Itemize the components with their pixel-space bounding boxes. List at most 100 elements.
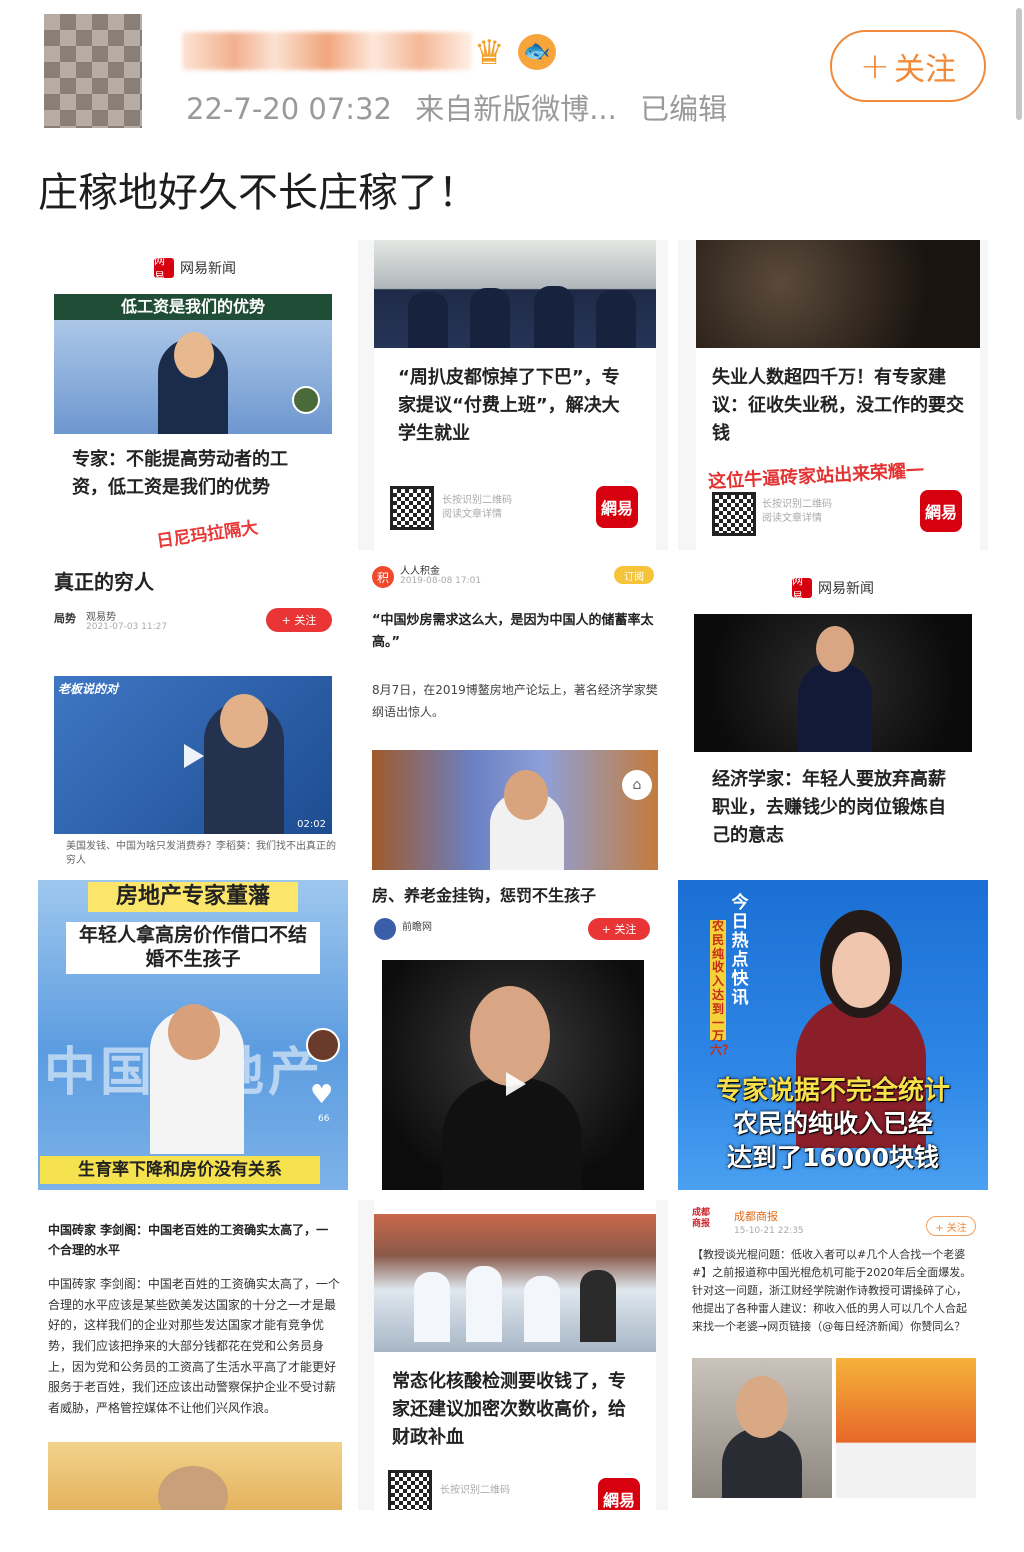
grid-image-6[interactable]: 网易 网易新闻 经济学家：年轻人要放弃高薪职业，去赚钱少的岗位锻炼自己的意志 [678, 560, 988, 870]
post-meta: 22-7-20 07:32 来自新版微博... 已编辑 [186, 86, 741, 128]
home-icon[interactable]: ⌂ [622, 770, 652, 800]
publisher-logo-icon: 成都 商报 [692, 1208, 711, 1229]
post-timestamp: 22-7-20 07:32 [186, 92, 392, 126]
article-body: 中国砖家 李剑阁：中国老百姓的工资确实太高了，一个合理的水平应该是某些欧美发达国… [48, 1277, 340, 1415]
person-face [470, 986, 550, 1086]
article-title: 真正的穷人 [54, 570, 154, 594]
graduate-silhouette [470, 288, 510, 348]
grid-image-12[interactable]: 成都 商报 成都商报 15-10-21 22:35 + 关注 【教授谈光棍问题：低… [678, 1200, 988, 1510]
qr-code-icon [388, 1470, 432, 1510]
netease-badge-icon: 網易 [598, 1478, 640, 1510]
post-edited: 已编辑 [640, 92, 728, 126]
person-silhouette [722, 1428, 802, 1498]
person-face [220, 694, 268, 748]
netease-badge-icon: 網易 [596, 486, 638, 528]
follow-button[interactable]: + 关注 [926, 1216, 976, 1236]
plus-icon: + [859, 45, 891, 87]
play-icon[interactable] [184, 744, 204, 768]
headline: 常态化核酸检测要收钱了，专家还建议加密次数收高价，给财政补血 [392, 1371, 626, 1448]
overlay-title: 房地产专家董藩 [88, 882, 298, 912]
grid-image-5[interactable]: 积 人人积金 2019-08-08 17:01 订阅 “中国炒房需求这么大，是因… [358, 560, 668, 870]
person-silhouette [524, 1276, 560, 1342]
publisher-logo-icon: 局势 [54, 612, 76, 625]
video-thumbnail[interactable] [382, 960, 644, 1190]
overlay-line-2: 农民的纯收入已经 [732, 1109, 933, 1138]
qr-code-icon [390, 486, 434, 530]
grid-image-7[interactable]: 房地产专家董藩 年轻人拿高房价作借口不结婚不生孩子 中国房地产 ♥ 66 生育率… [38, 880, 348, 1190]
author-name: 人人积金 [400, 566, 440, 577]
avatar-icon[interactable] [306, 1028, 340, 1062]
post-date: 2021-07-03 11:27 [86, 622, 168, 632]
article-screenshot [836, 1358, 976, 1498]
post-source[interactable]: 来自新版微博... [415, 92, 617, 126]
image-grid: 网易 网易新闻 低工资是我们的优势 专家：不能提高劳动者的工资，低工资是我们的优… [38, 240, 988, 1516]
person-face [168, 1004, 220, 1060]
person-face [174, 332, 214, 378]
author-name: 前瞻网 [402, 922, 432, 933]
netease-logo-icon: 网易 [154, 254, 174, 283]
quote-text: “中国炒房需求这么大，是因为中国人的储蓄率太高。” [372, 613, 654, 651]
anchor-face [832, 932, 890, 1008]
news-flash-label: 今日热点快讯 [731, 893, 749, 1009]
overlay-line-1: 专家说据不完全统计 [715, 1076, 950, 1106]
avatar[interactable] [44, 14, 142, 128]
body-text: 8月7日，在2019博鳌房地产论坛上，著名经济学家樊纲语出惊人。 [372, 683, 658, 719]
brand-name: 网易新闻 [180, 261, 236, 277]
grid-image-11[interactable]: 常态化核酸检测要收钱了，专家还建议加密次数收高价，给财政补血 长按识别二维码 網… [358, 1200, 668, 1510]
person-silhouette [580, 1270, 616, 1342]
scrollbar[interactable] [1016, 8, 1022, 120]
publisher-logo-icon: 积 [372, 566, 394, 588]
video-duration: 02:02 [297, 819, 326, 830]
video-thumbnail[interactable]: 老板说的对 02:02 [54, 676, 332, 834]
post-text: 庄稼地好久不长庄稼了！ [38, 170, 478, 216]
username-blurred[interactable] [182, 32, 472, 70]
graduates-photo [374, 240, 656, 348]
play-icon[interactable] [506, 1072, 526, 1096]
follow-button[interactable]: + 关注 [588, 918, 650, 940]
overlay-subtitle: 年轻人拿高房价作借口不结婚不生孩子 [66, 922, 320, 974]
publisher-logo-icon [374, 918, 396, 940]
person-face [504, 770, 548, 820]
person-face [736, 1376, 788, 1438]
overlay-bottom-caption: 生育率下降和房价没有关系 [40, 1156, 320, 1184]
qr-caption-2: 阅读文章详情 [442, 509, 502, 520]
heart-icon[interactable]: ♥ [310, 1080, 333, 1110]
grid-image-9[interactable]: 今日热点快讯 农民纯收入达到一万六？ 专家说据不完全统计 农民的纯收入已经 达到… [678, 880, 988, 1190]
qr-caption: 长按识别二维码 阅读文章详情 [762, 498, 832, 526]
grid-image-1[interactable]: 网易 网易新闻 低工资是我们的优势 专家：不能提高劳动者的工资，低工资是我们的优… [38, 240, 348, 550]
author-name: 成都商报 [734, 1210, 778, 1223]
news-flash-sub: 农民纯收入达到一万六？ [710, 919, 735, 1058]
follow-button[interactable]: + 关注 [830, 30, 986, 102]
qr-caption: 长按识别二维码 阅读文章详情 [442, 494, 512, 522]
grid-image-3[interactable]: 失业人数超四千万！有专家建议：征收失业税，没工作的要交钱 这位牛逼砖家站出来荣耀… [678, 240, 988, 550]
overlay-line-3: 达到了16000块钱 [727, 1143, 939, 1172]
subscribe-button[interactable]: 订阅 [614, 566, 654, 584]
article-title: 中国砖家 李剑阁：中国老百姓的工资确实太高了，一个合理的水平 [48, 1223, 329, 1258]
person-face [816, 626, 854, 672]
video-caption: 美国发钱、中国为啥只发消费券？李稻葵：我们找不出真正的穷人 [66, 841, 336, 866]
graduate-silhouette [408, 292, 448, 348]
headline: 专家：不能提高劳动者的工资，低工资是我们的优势 [72, 449, 288, 498]
graduate-silhouette [534, 286, 574, 348]
headline: “周扒皮都惊掉了下巴”，专家提议“付费上班”，解决大学生就业 [398, 367, 620, 444]
post-date: 2019-08-08 17:01 [400, 576, 482, 586]
red-stamp: 这位牛逼砖家站出来荣耀一 [707, 460, 925, 493]
article-photo [48, 1442, 342, 1510]
person-face [158, 1466, 228, 1510]
qr-caption: 长按识别二维码 [440, 1485, 510, 1496]
qr-caption-2: 阅读文章详情 [762, 513, 822, 524]
testing-photo [374, 1214, 656, 1352]
red-stamp: 日尼玛拉隔大 [155, 517, 260, 550]
post-date: 15-10-21 22:35 [734, 1226, 804, 1236]
brand-name: 网易新闻 [818, 581, 874, 597]
follow-button[interactable]: + 关注 [266, 608, 332, 632]
grid-image-2[interactable]: “周扒皮都惊掉了下巴”，专家提议“付费上班”，解决大学生就业 长按识别二维码 阅… [358, 240, 668, 550]
grid-image-10[interactable]: 中国砖家 李剑阁：中国老百姓的工资确实太高了，一个合理的水平 中国砖家 李剑阁：… [38, 1200, 348, 1510]
like-count: 66 [318, 1114, 330, 1124]
night-photo [696, 240, 980, 348]
fish-icon: 🐟 [518, 34, 556, 70]
avatar-icon [292, 386, 320, 414]
grid-image-8[interactable]: 房、养老金挂钩，惩罚不生孩子 前瞻网 + 关注 [358, 880, 668, 1190]
grid-image-4[interactable]: 真正的穷人 局势 观易势 2021-07-03 11:27 + 关注 老板说的对… [38, 560, 348, 870]
person-silhouette [466, 1266, 502, 1342]
